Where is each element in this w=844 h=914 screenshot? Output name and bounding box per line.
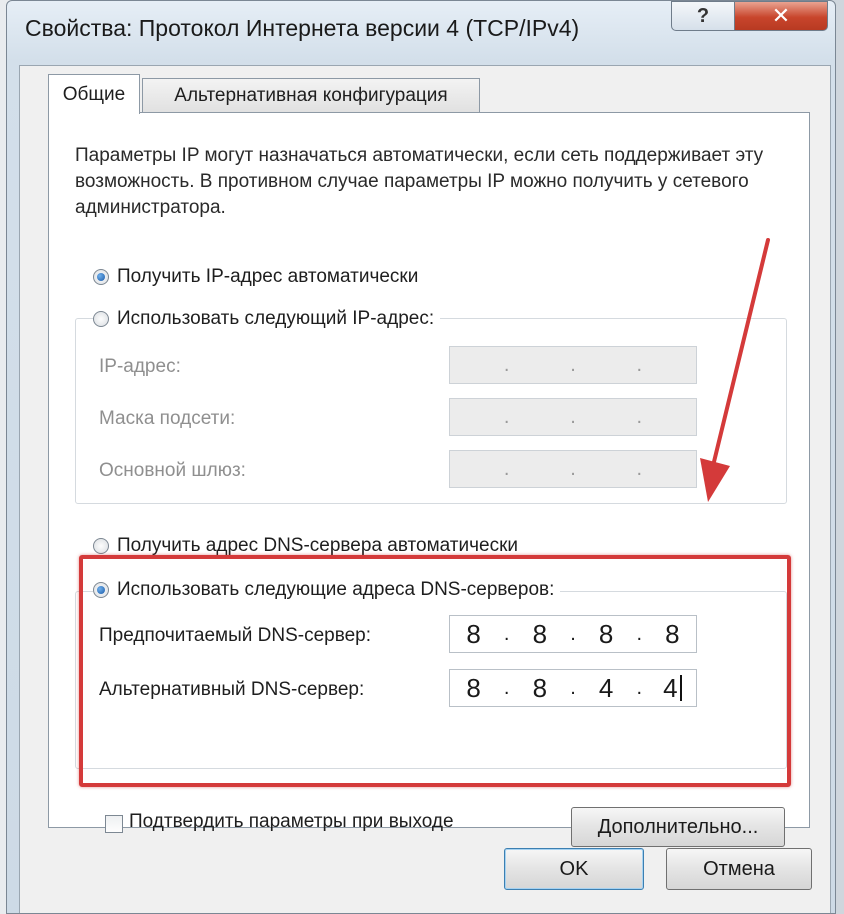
- ip-manual-option[interactable]: Использовать следующий IP-адрес:: [93, 308, 441, 330]
- dns-auto-option[interactable]: Получить адрес DNS-сервера автоматически: [93, 535, 525, 557]
- dialog-window: Свойства: Протокол Интернета версии 4 (T…: [6, 0, 836, 914]
- tab-alternate-configuration[interactable]: Альтернативная конфигурация: [142, 78, 480, 112]
- tab-panel-general: Параметры IP могут назначаться автоматич…: [48, 112, 810, 847]
- help-button[interactable]: ?: [671, 1, 735, 31]
- ip-auto-option[interactable]: Получить IP-адрес автоматически: [93, 266, 425, 288]
- text-caret: [679, 675, 682, 701]
- close-button[interactable]: ✕: [734, 1, 828, 31]
- ip-auto-radio[interactable]: [93, 269, 109, 285]
- gateway-input: . . .: [449, 450, 697, 488]
- dns-auto-radio[interactable]: [93, 538, 109, 554]
- alternate-dns-label: Альтернативный DNS-сервер:: [99, 679, 365, 700]
- dns-manual-option[interactable]: Использовать следующие адреса DNS-сервер…: [93, 579, 561, 601]
- ip-address-input: . . .: [449, 346, 697, 384]
- window-title: Свойства: Протокол Интернета версии 4 (T…: [25, 15, 580, 41]
- tab-general[interactable]: Общие: [48, 74, 140, 114]
- alternate-dns-octet[interactable]: 8: [455, 673, 493, 704]
- ip-address-label: IP-адрес:: [99, 356, 181, 377]
- preferred-dns-label: Предпочитаемый DNS-сервер:: [99, 625, 372, 646]
- cancel-button[interactable]: Отмена: [666, 848, 812, 890]
- preferred-dns-input[interactable]: 8. 8. 8. 8: [449, 615, 697, 653]
- dialog-content: Общие Альтернативная конфигурация Параме…: [19, 65, 831, 913]
- dns-auto-label: Получить адрес DNS-сервера автоматически: [117, 535, 519, 556]
- subnet-mask-label: Маска подсети:: [99, 408, 236, 429]
- title-bar[interactable]: Свойства: Протокол Интернета версии 4 (T…: [7, 1, 835, 59]
- preferred-dns-octet[interactable]: 8: [653, 619, 691, 650]
- dns-manual-label: Использовать следующие адреса DNS-сервер…: [117, 579, 555, 600]
- validate-label: Подтвердить параметры при выходе: [129, 811, 454, 832]
- preferred-dns-octet[interactable]: 8: [521, 619, 559, 650]
- ip-auto-label: Получить IP-адрес автоматически: [117, 266, 419, 287]
- gateway-label: Основной шлюз:: [99, 460, 246, 481]
- alternate-dns-input[interactable]: 8. 8. 4. 4: [449, 669, 697, 707]
- advanced-button[interactable]: Дополнительно...: [571, 807, 785, 847]
- alternate-dns-octet[interactable]: 4: [587, 673, 625, 704]
- alternate-dns-octet[interactable]: 4: [663, 673, 677, 704]
- preferred-dns-octet[interactable]: 8: [455, 619, 493, 650]
- validate-checkbox[interactable]: [105, 815, 123, 833]
- ip-manual-radio[interactable]: [93, 311, 109, 327]
- close-icon: ✕: [771, 3, 791, 28]
- ok-button[interactable]: OK: [504, 848, 644, 890]
- intro-text: Параметры IP могут назначаться автоматич…: [75, 145, 764, 218]
- dns-manual-radio[interactable]: [93, 582, 109, 598]
- subnet-mask-input: . . .: [449, 398, 697, 436]
- help-icon: ?: [696, 4, 710, 27]
- alternate-dns-octet[interactable]: 8: [521, 673, 559, 704]
- ip-manual-label: Использовать следующий IP-адрес:: [117, 308, 435, 329]
- preferred-dns-octet[interactable]: 8: [587, 619, 625, 650]
